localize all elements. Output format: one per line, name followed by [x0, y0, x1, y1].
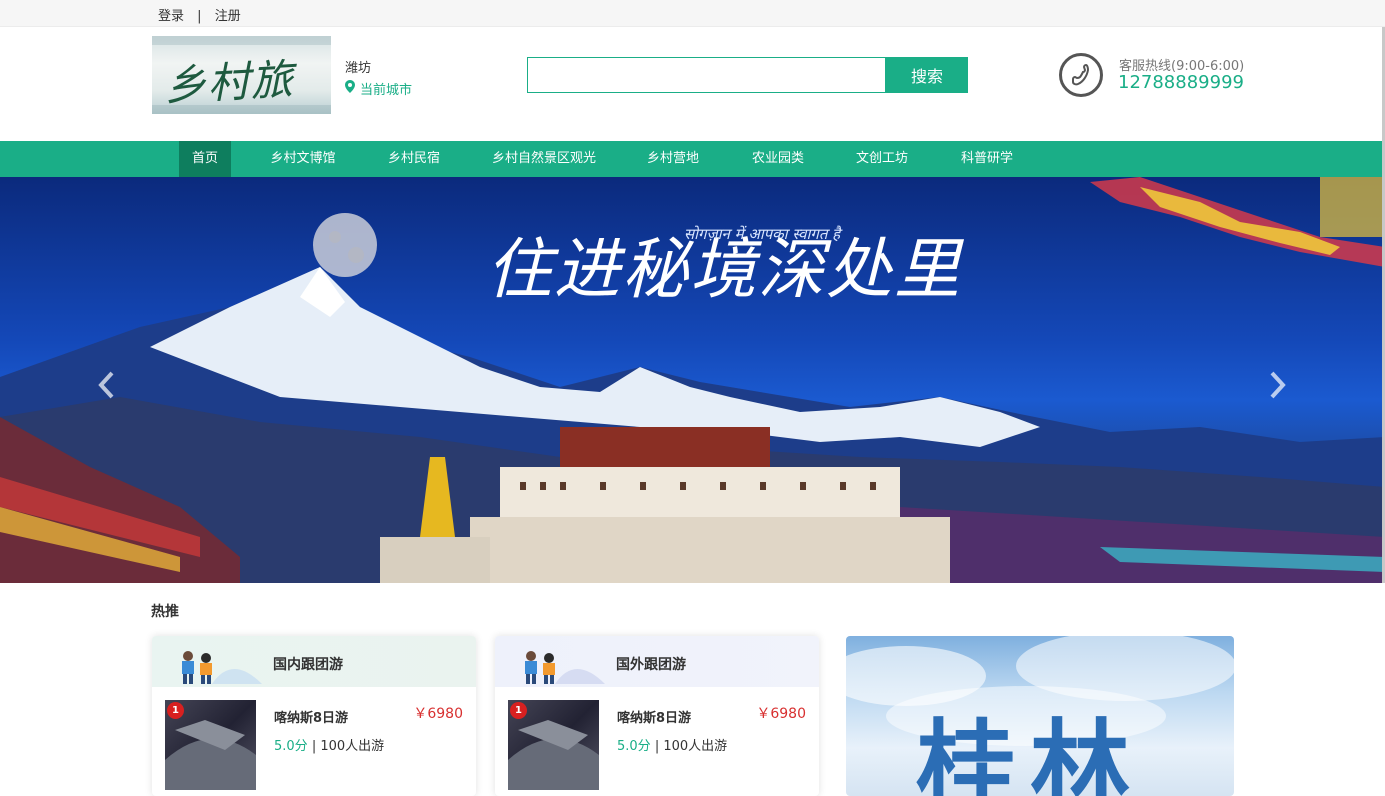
nav-item-home[interactable]: 首页 — [179, 141, 231, 177]
subline-text: सोगज़ान में आपका स्वागत है — [684, 225, 843, 243]
search-bar: 搜索 — [527, 57, 968, 93]
chevron-left-icon — [98, 371, 114, 399]
phone-icon — [1059, 53, 1103, 97]
card-header: 国内跟团游 — [152, 636, 476, 687]
hot-section-title: 热推 — [151, 604, 179, 620]
tour-price: ￥6980 — [756, 706, 806, 722]
rank-badge: 1 — [510, 702, 527, 719]
nav-item-camp[interactable]: 乡村营地 — [638, 141, 708, 177]
promo-text: 桂林 — [916, 708, 1144, 796]
card-title: 国外跟团游 — [616, 657, 686, 673]
hero-banner[interactable]: 住进秘境深处里 सोगज़ान में आपका स्वागत है — [0, 177, 1385, 583]
carousel-next-button[interactable] — [1268, 370, 1288, 400]
tour-list-item[interactable]: 1 喀纳斯8日游 ￥6980 5.0分 | 100人出游 — [508, 700, 806, 790]
tour-thumbnail[interactable]: 1 — [508, 700, 599, 790]
nav-item-scenic[interactable]: 乡村自然景区观光 — [488, 141, 600, 177]
main-nav: 首页 乡村文博馆 乡村民宿 乡村自然景区观光 乡村营地 农业园类 文创工坊 科普… — [0, 141, 1385, 177]
city-name: 潍坊 — [345, 61, 372, 76]
tour-travelers: 100人出游 — [663, 739, 728, 754]
overseas-tour-card[interactable]: 国外跟团游 1 喀纳斯8日游 ￥6980 5.0分 | 100人出游 — [495, 636, 819, 796]
tour-meta: 5.0分 | 100人出游 — [617, 735, 727, 754]
tour-travelers: 100人出游 — [320, 739, 385, 754]
tour-score: 5.0分 — [617, 739, 651, 754]
card-title: 国内跟团游 — [273, 657, 343, 673]
tour-score: 5.0分 — [274, 739, 308, 754]
guilin-promo-banner[interactable]: 桂林 — [846, 636, 1234, 796]
nav-item-agriculture[interactable]: 农业园类 — [744, 141, 812, 177]
nav-item-creative[interactable]: 文创工坊 — [848, 141, 916, 177]
travelers-illustration-icon — [182, 651, 262, 684]
meta-separator: | — [654, 739, 660, 754]
chevron-right-icon — [1270, 371, 1286, 399]
current-city-label: 当前城市 — [360, 83, 413, 98]
tour-list-item[interactable]: 1 喀纳斯8日游 ￥6980 5.0分 | 100人出游 — [165, 700, 463, 790]
search-button[interactable]: 搜索 — [886, 57, 968, 93]
tour-price: ￥6980 — [413, 706, 463, 722]
auth-separator: | — [197, 9, 202, 24]
register-link[interactable]: 注册 — [215, 9, 241, 24]
card-header: 国外跟团游 — [495, 636, 819, 687]
rank-badge: 1 — [167, 702, 184, 719]
hotline-number: 12788889999 — [1118, 72, 1244, 93]
nav-item-science[interactable]: 科普研学 — [952, 141, 1022, 177]
nav-item-museum[interactable]: 乡村文博馆 — [262, 141, 344, 177]
tour-meta: 5.0分 | 100人出游 — [274, 735, 384, 754]
nav-item-homestay[interactable]: 乡村民宿 — [380, 141, 448, 177]
domestic-tour-card[interactable]: 国内跟团游 1 喀纳斯8日游 ￥6980 5.0分 | 100人出游 — [152, 636, 476, 796]
site-logo[interactable]: 乡村旅游 — [152, 36, 331, 114]
auth-links: 登录 | 注册 — [158, 5, 241, 24]
tour-thumbnail[interactable]: 1 — [165, 700, 256, 790]
search-input[interactable] — [527, 57, 886, 93]
tour-name[interactable]: 喀纳斯8日游 — [617, 707, 691, 726]
meta-separator: | — [311, 739, 317, 754]
carousel-prev-button[interactable] — [96, 370, 116, 400]
travelers-illustration-icon — [525, 651, 605, 684]
current-city-button[interactable]: 当前城市 — [345, 79, 412, 98]
header: 乡村旅游 潍坊 当前城市 搜索 客服热线(9:00-6:00) 12788889… — [0, 27, 1385, 141]
login-link[interactable]: 登录 — [158, 9, 184, 24]
tour-name[interactable]: 喀纳斯8日游 — [274, 707, 348, 726]
top-bar: 登录 | 注册 — [0, 0, 1385, 27]
location-pin-icon — [345, 80, 355, 97]
logo-text: 乡村旅游 — [163, 54, 295, 111]
banner-headline: 住进秘境深处里 सोगज़ान में आपका स्वागत है — [486, 225, 963, 308]
